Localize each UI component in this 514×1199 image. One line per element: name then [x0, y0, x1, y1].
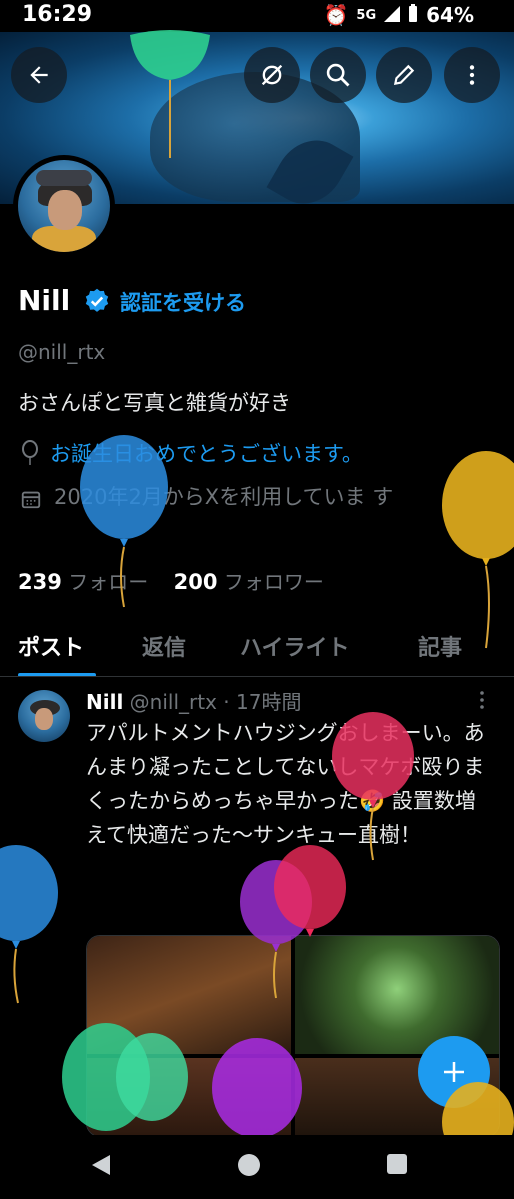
birthday-row[interactable]: お誕生日おめでとうございます。: [20, 438, 363, 468]
tabs-divider: [0, 676, 514, 677]
balloon-red-icon: [274, 845, 346, 937]
balloon-green-bottom-icon: [62, 1023, 188, 1131]
network-label: 5G: [356, 7, 377, 23]
media-photo-2[interactable]: [295, 936, 499, 1054]
balloon-location-icon: [22, 440, 38, 465]
post-author[interactable]: Nill: [86, 690, 123, 714]
status-icons: ⏰ 5G 64%: [324, 3, 475, 27]
profile-bio: おさんぽと写真と雑貨が好き: [18, 391, 291, 415]
profile-tabs: ポスト 返信 ハイライト 記事: [0, 630, 514, 677]
tab-posts[interactable]: ポスト: [18, 630, 84, 662]
following-count: 239: [18, 570, 62, 594]
balloon-blue-icon: [80, 435, 168, 608]
balloon-yellow-icon: [442, 451, 514, 649]
followers-count: 200: [173, 570, 218, 594]
signal-icon: [384, 3, 401, 27]
battery-percent: 64%: [426, 3, 474, 27]
nav-back-button[interactable]: [90, 1153, 112, 1181]
followers-link[interactable]: 200 フォロワー: [174, 570, 324, 594]
calendar-icon: [21, 491, 41, 509]
post-handle: @nill_rtx: [129, 690, 217, 714]
avatar-image: [18, 160, 110, 252]
nav-home-icon: [238, 1154, 260, 1176]
edit-icon: [393, 64, 415, 86]
edit-button[interactable]: [376, 47, 432, 103]
followers-label: フォロワー: [223, 570, 324, 594]
tab-highlights[interactable]: ハイライト: [240, 630, 350, 662]
post-avatar[interactable]: [18, 690, 70, 742]
status-time: 16:29: [22, 2, 93, 27]
balloon-pink-icon: [332, 712, 414, 861]
profile-handle: @nill_rtx: [18, 340, 106, 364]
balloon-green-icon: [130, 30, 210, 158]
nav-recents-icon: [387, 1154, 407, 1174]
profile-name: Nill: [18, 284, 71, 317]
search-button[interactable]: [310, 47, 366, 103]
nav-home-button[interactable]: [237, 1153, 261, 1181]
hide-icon: [261, 64, 283, 86]
more-icon: [469, 65, 475, 85]
status-bar: 16:29 ⏰ 5G 64%: [0, 0, 514, 32]
search-icon: [326, 63, 350, 87]
more-vertical-icon: [480, 691, 484, 709]
system-nav-bar: [0, 1135, 514, 1199]
balloon-purple-bottom-icon: [212, 1038, 302, 1135]
battery-icon: [408, 3, 418, 27]
nav-recents-button[interactable]: [386, 1153, 408, 1179]
tab-replies[interactable]: 返信: [142, 630, 186, 662]
verified-badge-icon: [85, 288, 109, 312]
post-text: アパルトメントハウジングおしまーい。あんまり凝ったことしてないしマケボ殴りまくっ…: [86, 721, 485, 847]
balloon-blue-left-icon: [0, 845, 58, 1004]
post-more-button[interactable]: [478, 690, 486, 715]
profile-avatar[interactable]: [13, 155, 115, 257]
hide-button[interactable]: [244, 47, 300, 103]
post-time: · 17時間: [223, 690, 302, 714]
follow-stats: 239 フォロー 200 フォロワー: [18, 566, 324, 595]
alarm-icon: ⏰: [323, 3, 349, 27]
back-arrow-icon: [30, 66, 48, 84]
post-header: Nill @nill_rtx · 17時間: [86, 686, 301, 715]
nav-back-icon: [92, 1155, 110, 1175]
back-button[interactable]: [11, 47, 67, 103]
get-verified-link[interactable]: 認証を受ける: [120, 287, 246, 317]
balloon-yellow-bottom-icon: [442, 1082, 514, 1135]
more-options-button[interactable]: [444, 47, 500, 103]
